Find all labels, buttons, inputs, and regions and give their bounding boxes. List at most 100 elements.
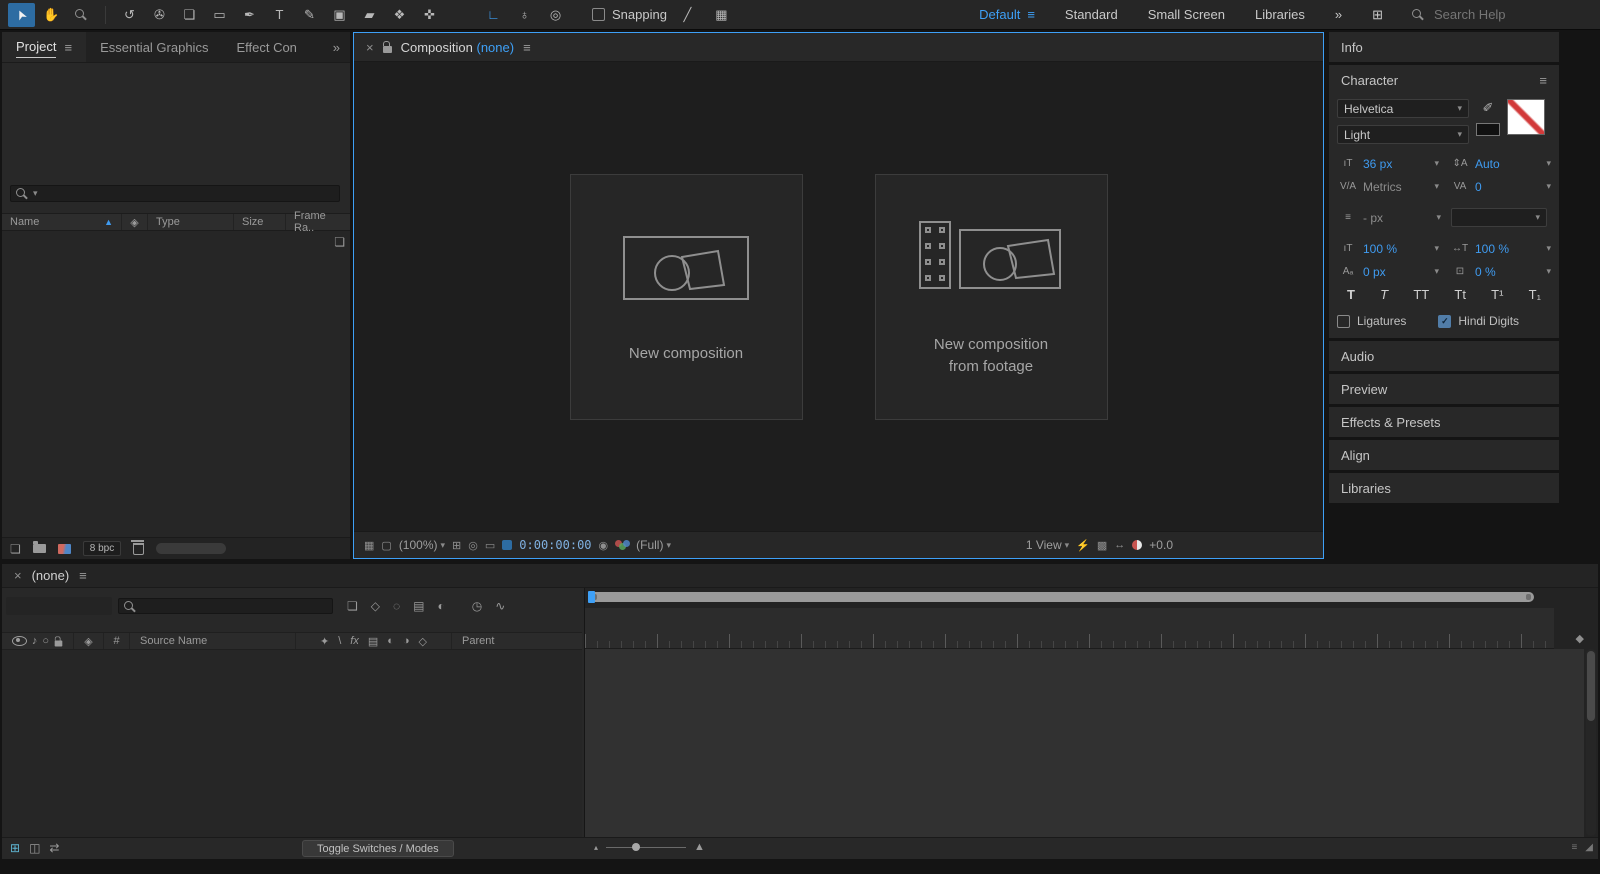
motion-blur-icon[interactable]: ◐ — [437, 599, 444, 613]
font-size-control[interactable]: ıT 36 px ▾ — [1337, 157, 1439, 171]
superscript-icon[interactable]: T¹ — [1491, 287, 1503, 302]
panel-menu-icon[interactable]: ≡ — [79, 568, 87, 583]
faux-italic-icon[interactable]: T — [1380, 287, 1388, 302]
close-tab-icon[interactable]: × — [366, 40, 374, 55]
label-column[interactable]: ◈ — [74, 633, 104, 649]
project-item-list[interactable]: ❏ — [2, 231, 350, 537]
resize-grip-icon[interactable]: ◢ — [1585, 842, 1593, 853]
workspace-tab-small-screen[interactable]: Small Screen — [1148, 7, 1225, 22]
new-folder-icon[interactable] — [33, 544, 46, 553]
tsume-control[interactable]: ⊡ 0 % ▾ — [1449, 265, 1551, 279]
workspace-tab-libraries[interactable]: Libraries — [1255, 7, 1305, 22]
help-search-input[interactable] — [1432, 6, 1586, 23]
info-header[interactable]: Info — [1329, 32, 1559, 62]
layer-list-area[interactable] — [2, 650, 582, 838]
fast-previews-icon[interactable]: ⚡ — [1076, 539, 1090, 552]
comp-marker-bin-icon[interactable]: ◆ — [1576, 632, 1584, 645]
project-search-input[interactable] — [42, 187, 334, 201]
time-navigator-bar[interactable] — [589, 592, 1534, 602]
project-search-field[interactable]: ▾ — [10, 185, 340, 202]
composition-mini-flowchart-icon[interactable]: ❏ — [347, 599, 358, 613]
timeline-search-field[interactable] — [118, 598, 333, 614]
brush-tool[interactable]: ✎ — [296, 3, 323, 27]
workspace-tab-standard[interactable]: Standard — [1065, 7, 1118, 22]
selection-tool[interactable]: ➤ — [8, 3, 35, 27]
view-layout-menu[interactable]: 1 View ▾ — [1026, 538, 1069, 552]
delete-icon[interactable] — [133, 543, 144, 555]
horizontal-scale-control[interactable]: ↔T 100 % ▾ — [1449, 242, 1551, 256]
timeline-tab-title[interactable]: (none) — [32, 568, 70, 583]
zoom-tool[interactable] — [68, 3, 95, 27]
tab-effect-controls[interactable]: Effect Con — [222, 32, 310, 62]
snapshot-icon[interactable]: ◉ — [599, 539, 609, 552]
index-column[interactable]: # — [104, 633, 130, 649]
display-icon[interactable]: ▢ — [381, 539, 391, 552]
timecode-display[interactable]: 0:00:00:00 — [519, 538, 591, 552]
character-header[interactable]: Character ≡ — [1329, 65, 1559, 95]
reset-exposure-icon[interactable] — [1132, 540, 1142, 550]
font-family-select[interactable]: Helvetica ▾ — [1337, 99, 1469, 118]
rotation-tool[interactable]: ↺ — [116, 3, 143, 27]
leading-control[interactable]: ⇕A Auto ▾ — [1449, 157, 1551, 171]
column-label-color[interactable]: ◈ — [122, 214, 148, 230]
workspace-tab-default[interactable]: Default ≡ — [979, 7, 1035, 22]
grid-guides-icon[interactable]: ⊞ — [452, 539, 461, 552]
workspace-overflow-icon[interactable]: » — [1335, 7, 1342, 22]
tab-overflow-icon[interactable]: » — [323, 40, 350, 55]
snapping-checkbox[interactable]: ✓ — [592, 8, 605, 21]
baseline-shift-control[interactable]: Aₐ 0 px ▾ — [1337, 265, 1439, 279]
pixel-aspect-icon[interactable]: ↔ — [1114, 539, 1125, 551]
hand-tool[interactable]: ✋ — [38, 3, 65, 27]
small-caps-icon[interactable]: Tt — [1454, 287, 1466, 302]
stroke-color-swatch[interactable] — [1476, 123, 1500, 136]
source-name-column[interactable]: Source Name — [130, 633, 296, 649]
tab-project[interactable]: Project ≡ — [2, 32, 86, 62]
kerning-control[interactable]: V/A Metrics ▾ — [1337, 180, 1439, 194]
local-axis-mode-button[interactable]: ∟ — [480, 3, 507, 27]
panel-grid-icon[interactable]: ⊞ — [1372, 7, 1383, 23]
panel-menu-icon[interactable]: ≡ — [523, 40, 531, 55]
scrollbar-thumb[interactable] — [1587, 651, 1595, 721]
stroke-width-control[interactable]: ≡ - px ▾ — [1337, 211, 1441, 225]
lock-icon[interactable] — [383, 46, 392, 53]
column-size[interactable]: Size — [234, 214, 286, 230]
align-header[interactable]: Align — [1329, 440, 1559, 470]
hide-shy-layers-icon[interactable]: ◌ — [393, 599, 400, 613]
column-type[interactable]: Type — [148, 214, 234, 230]
roto-brush-tool[interactable]: ❖ — [386, 3, 413, 27]
new-composition-card[interactable]: New composition — [570, 174, 803, 420]
column-frame-rate[interactable]: Frame Ra.. — [286, 214, 350, 230]
eraser-tool[interactable]: ▰ — [356, 3, 383, 27]
snap-collapsed-comps-button[interactable]: ▦ — [708, 3, 735, 27]
draft-3d-icon[interactable]: ◇ — [371, 599, 380, 613]
region-of-interest-icon[interactable]: ▭ — [485, 539, 495, 552]
graph-editor-icon[interactable]: ∿ — [495, 599, 505, 613]
interpret-footage-icon[interactable]: ❏ — [10, 542, 21, 556]
timeline-search-input[interactable] — [141, 599, 327, 613]
composition-tab[interactable]: Composition (none) — [401, 40, 514, 55]
zoom-out-mountain-icon[interactable]: ▴ — [594, 843, 598, 852]
resolution-menu[interactable]: (Full) ▾ — [636, 538, 671, 552]
all-caps-icon[interactable]: TT — [1413, 287, 1429, 302]
view-axis-mode-button[interactable]: ◎ — [542, 3, 569, 27]
close-tab-icon[interactable]: × — [14, 568, 22, 583]
libraries-header[interactable]: Libraries — [1329, 473, 1559, 503]
snap-beyond-edges-button[interactable]: ╱ — [674, 3, 701, 27]
exposure-value[interactable]: +0.0 — [1149, 538, 1173, 552]
stroke-style-select[interactable]: ▾ — [1451, 208, 1547, 227]
world-axis-mode-button[interactable]: ♁ — [511, 3, 538, 27]
new-composition-from-footage-card[interactable]: New composition from footage — [875, 174, 1108, 420]
project-flowchart-icon[interactable]: ❏ — [334, 235, 345, 249]
time-ruler[interactable] — [585, 608, 1554, 649]
hindi-digits-checkbox[interactable]: ✓ — [1438, 315, 1451, 328]
bit-depth-button[interactable]: 8 bpc — [83, 541, 121, 556]
expand-inout-panes-icon[interactable]: ⇄ — [49, 841, 59, 855]
toggle-switches-modes-button[interactable]: Toggle Switches / Modes — [302, 840, 454, 857]
timeline-track-area[interactable] — [585, 649, 1584, 838]
show-channel-icon[interactable] — [615, 540, 629, 550]
eyedropper-icon[interactable]: ✐ — [1483, 100, 1494, 116]
panel-menu-icon[interactable]: ≡ — [64, 40, 72, 55]
vertical-scrollbar[interactable] — [1586, 649, 1596, 836]
rectangle-tool[interactable]: ▭ — [206, 3, 233, 27]
magnification-menu[interactable]: (100%) ▾ — [399, 538, 445, 552]
